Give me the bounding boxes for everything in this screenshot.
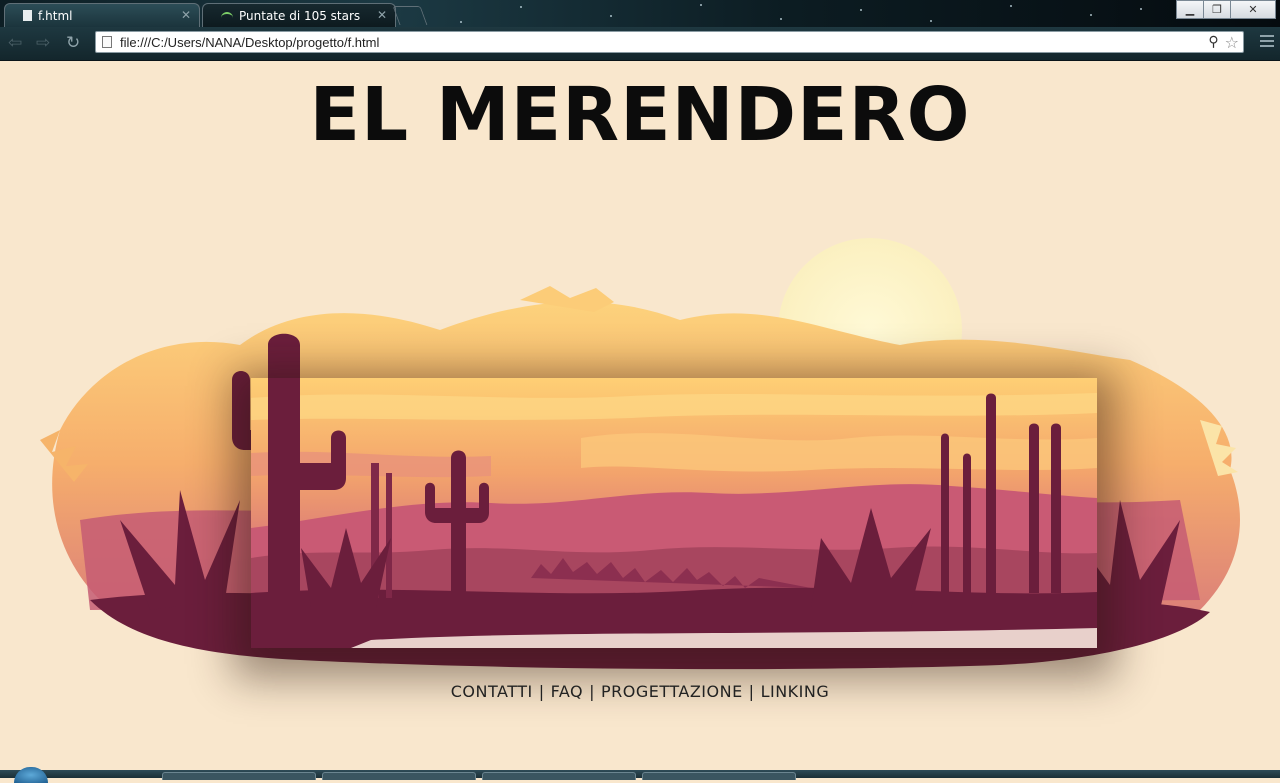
forward-icon[interactable]: ⇨ (36, 33, 50, 53)
tab-puntate[interactable]: Puntate di 105 stars ✕ (202, 3, 396, 27)
banner-photo (251, 378, 1097, 648)
restore-button[interactable]: ❐ (1203, 0, 1231, 19)
nav-link-contatti[interactable]: CONTATTI (451, 682, 533, 701)
nav-link-progettazione[interactable]: PROGETTAZIONE (601, 682, 743, 701)
nav-separator: | (589, 682, 595, 701)
tab-f-html[interactable]: f.html ✕ (4, 3, 200, 27)
nav-link-linking[interactable]: LINKING (761, 682, 830, 701)
page-icon (102, 36, 112, 48)
search-icon[interactable]: ⚲ (1208, 34, 1218, 50)
address-bar[interactable]: file:///C:/Users/NANA/Desktop/progetto/f… (95, 31, 1244, 53)
main-nav: CONTATTI | FAQ | PROGETTAZIONE | LINKING (0, 682, 1280, 701)
taskbar-item[interactable] (482, 772, 636, 780)
minimize-button[interactable]: ▁ (1176, 0, 1204, 19)
tab-label: f.html (38, 8, 73, 23)
window-close-button[interactable]: ✕ (1230, 0, 1276, 19)
bookmark-star-icon[interactable]: ☆ (1225, 33, 1239, 52)
back-icon[interactable]: ⇦ (8, 33, 22, 53)
favicon-icon (221, 11, 233, 20)
taskbar-item[interactable] (322, 772, 476, 780)
tab-label: Puntate di 105 stars (239, 8, 361, 23)
reload-icon[interactable]: ↻ (66, 33, 80, 53)
close-icon[interactable]: ✕ (377, 8, 387, 22)
menu-icon[interactable] (1260, 35, 1274, 50)
address-text[interactable]: file:///C:/Users/NANA/Desktop/progetto/f… (120, 35, 1208, 50)
tab-strip: f.html ✕ Puntate di 105 stars ✕ ▁ ❐ ✕ (0, 0, 1280, 27)
browser-toolbar: ⇦ ⇨ ↻ file:///C:/Users/NANA/Desktop/prog… (0, 27, 1280, 61)
page-title: EL MERENDERO (309, 72, 971, 158)
page-icon (23, 10, 32, 21)
taskbar-item[interactable] (642, 772, 796, 780)
new-tab-button[interactable] (392, 6, 428, 25)
taskbar-item[interactable] (162, 772, 316, 780)
close-icon[interactable]: ✕ (181, 8, 191, 22)
nav-separator: | (748, 682, 755, 701)
nav-separator: | (538, 682, 545, 701)
nav-link-faq[interactable]: FAQ (551, 682, 584, 701)
